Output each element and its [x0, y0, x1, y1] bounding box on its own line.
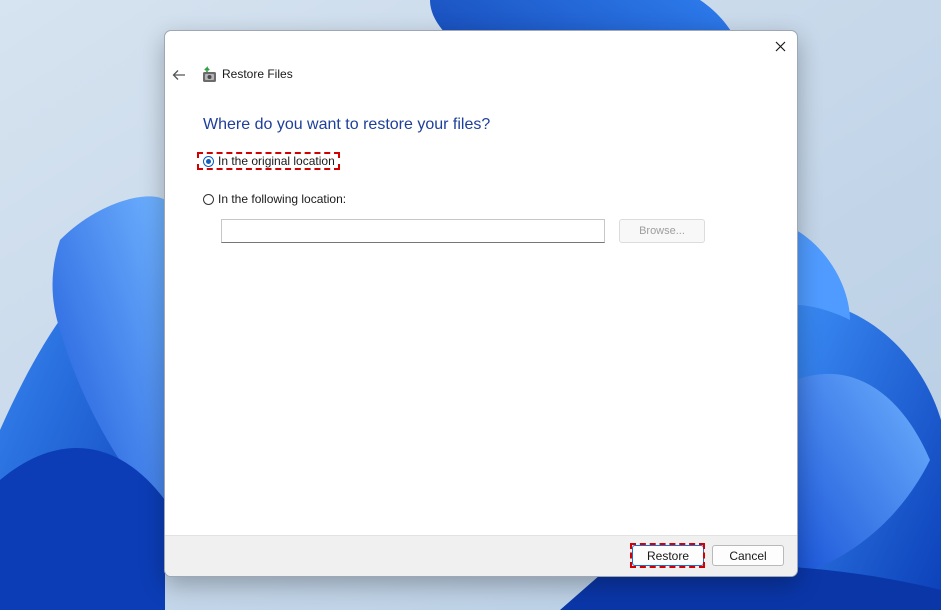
following-location-radio[interactable]: [203, 193, 214, 205]
following-location-label: In the following location:: [218, 192, 347, 206]
original-location-option[interactable]: In the original location: [203, 154, 335, 168]
restore-files-icon: [203, 66, 216, 82]
cancel-button[interactable]: Cancel: [712, 545, 784, 566]
restore-files-dialog: Restore Files Where do you want to resto…: [164, 30, 798, 577]
dialog-footer: Restore Cancel: [165, 535, 797, 576]
close-button[interactable]: [765, 33, 795, 59]
original-location-label: In the original location: [218, 154, 335, 168]
original-location-radio[interactable]: [203, 155, 214, 167]
browse-button[interactable]: Browse...: [619, 219, 705, 243]
back-arrow-icon: [172, 70, 185, 80]
restore-button[interactable]: Restore: [632, 545, 704, 566]
dialog-title: Restore Files: [222, 67, 293, 81]
page-heading: Where do you want to restore your files?: [203, 116, 491, 133]
back-button[interactable]: [171, 67, 187, 83]
following-location-option[interactable]: In the following location:: [203, 192, 346, 206]
location-path-input[interactable]: [221, 219, 605, 243]
close-icon: [775, 41, 785, 51]
